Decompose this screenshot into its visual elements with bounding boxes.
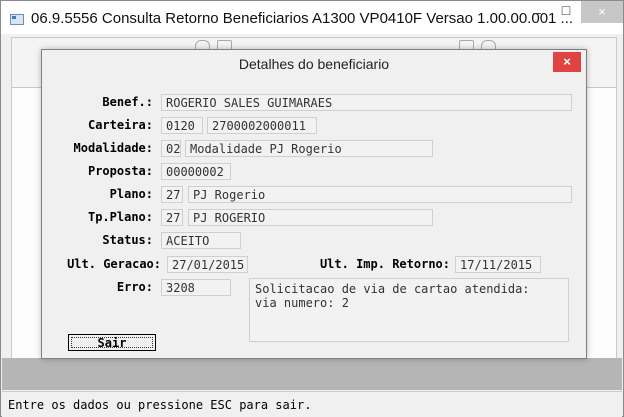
dialog-titlebar: Detalhes do beneficiario ×	[42, 50, 586, 77]
status-label: Status:	[102, 233, 153, 247]
carteira-label: Carteira:	[87, 118, 153, 132]
erro-code-field[interactable]: 3208	[161, 279, 231, 296]
erro-label: Erro:	[116, 280, 153, 294]
ult-geracao-label: Ult. Geracao:	[67, 257, 161, 271]
erro-message-field[interactable]: Solicitacao de via de cartao atendida: v…	[249, 278, 569, 342]
dialog-title: Detalhes do beneficiario	[238, 56, 390, 72]
minimize-button[interactable]: –	[524, 1, 550, 23]
plano-code-field[interactable]: 27	[161, 186, 183, 203]
status-field[interactable]: ACEITO	[161, 232, 241, 249]
modalidade-code-field[interactable]: 02	[161, 140, 181, 157]
tp-plano-name-field[interactable]: PJ ROGERIO	[188, 209, 433, 226]
window-title: 06.9.5556 Consulta Retorno Beneficiarios…	[31, 10, 574, 27]
background-gray-band	[2, 358, 622, 390]
tp-plano-label: Tp.Plano:	[87, 210, 153, 224]
carteira-prefix-field[interactable]: 0120	[161, 117, 203, 134]
tp-plano-code-field[interactable]: 27	[161, 209, 183, 226]
modalidade-name-field[interactable]: Modalidade PJ Rogerio	[185, 140, 433, 157]
carteira-number-field[interactable]: 2700002000011	[207, 117, 317, 134]
app-window-icon	[10, 14, 24, 25]
benef-label: Benef.:	[102, 95, 153, 109]
modalidade-label: Modalidade:	[73, 141, 153, 155]
plano-label: Plano:	[109, 187, 153, 201]
window-titlebar: 06.9.5556 Consulta Retorno Beneficiarios…	[1, 1, 623, 34]
ult-geracao-field[interactable]: 27/01/2015	[167, 256, 248, 273]
dialog-close-button[interactable]: ×	[553, 52, 581, 72]
ult-imp-retorno-field[interactable]: 17/11/2015	[455, 256, 541, 273]
ult-imp-retorno-label: Ult. Imp. Retorno:	[319, 257, 450, 271]
proposta-label: Proposta:	[87, 164, 153, 178]
main-window: 06.9.5556 Consulta Retorno Beneficiarios…	[0, 0, 624, 417]
plano-name-field[interactable]: PJ Rogerio	[188, 186, 572, 203]
status-bar: Entre os dados ou pressione ESC para sai…	[2, 391, 622, 417]
sair-button[interactable]: Sair	[68, 334, 156, 351]
benef-field[interactable]: ROGERIO SALES GUIMARAES	[161, 94, 572, 111]
maximize-button[interactable]: □	[553, 0, 579, 21]
window-close-button[interactable]: ×	[581, 1, 623, 23]
status-message: Entre os dados ou pressione ESC para sai…	[8, 398, 312, 412]
beneficiary-details-dialog: Detalhes do beneficiario × Benef.: ROGER…	[41, 49, 587, 359]
proposta-field[interactable]: 00000002	[161, 163, 231, 180]
